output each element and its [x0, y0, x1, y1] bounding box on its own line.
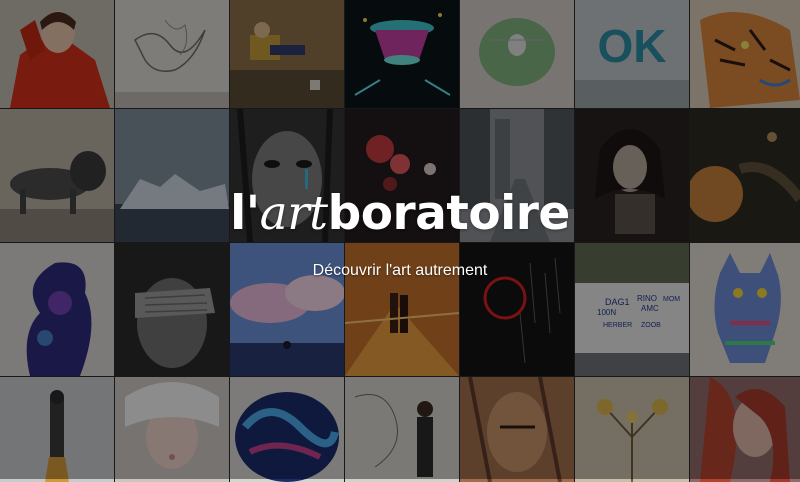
- dark-overlay: [0, 0, 800, 479]
